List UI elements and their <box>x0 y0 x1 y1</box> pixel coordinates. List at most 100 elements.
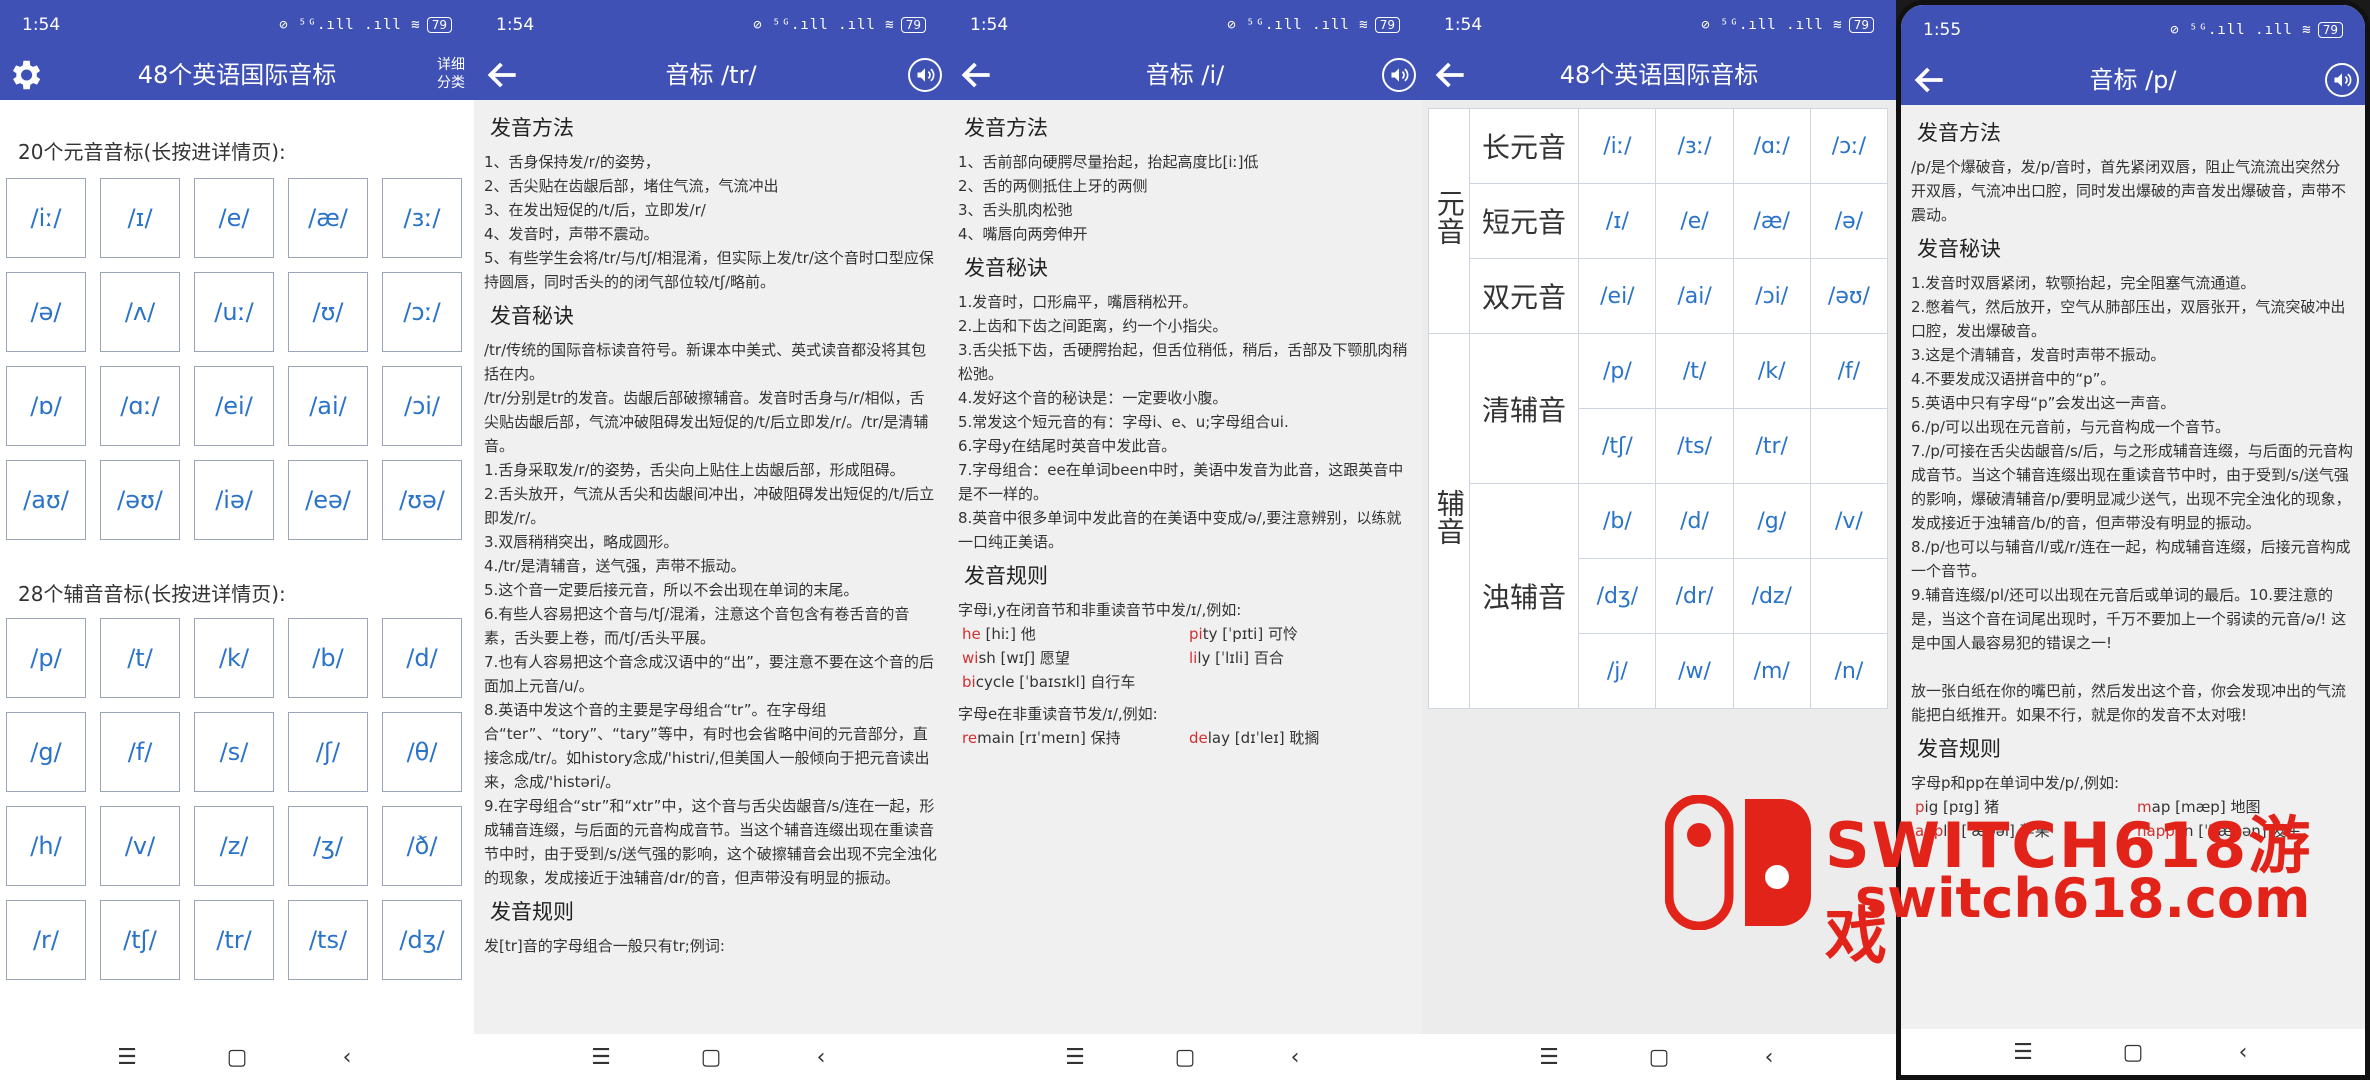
row-label-voiced: 浊辅音 <box>1468 483 1580 709</box>
phonetic-cell[interactable]: /d/ <box>382 618 462 698</box>
phonetic-cell[interactable]: /b/ <box>288 618 368 698</box>
phonetic-cell[interactable]: /iə/ <box>194 460 274 540</box>
phonetic-cell[interactable]: /dr/ <box>1655 558 1734 634</box>
menu-icon[interactable]: ☰ <box>1534 1045 1564 1070</box>
phonetic-cell[interactable]: /ei/ <box>194 366 274 446</box>
phonetic-cell[interactable]: /ʒ/ <box>288 806 368 886</box>
phonetic-cell[interactable]: /ɒ/ <box>6 366 86 446</box>
list-item: 1.舌身采取发/r/的姿势，舌尖向上贴住上齿龈后部，形成阻碍。 <box>484 461 905 479</box>
phonetic-cell[interactable]: /z/ <box>194 806 274 886</box>
phonetic-cell[interactable]: /ɑː/ <box>1732 108 1811 184</box>
phonetic-cell[interactable]: /tʃ/ <box>1578 408 1657 484</box>
speaker-icon[interactable] <box>908 58 942 92</box>
back-nav-icon[interactable]: ‹ <box>806 1045 836 1070</box>
phonetic-cell[interactable]: /ɔː/ <box>382 272 462 352</box>
phonetic-cell[interactable]: /ɪ/ <box>1578 183 1657 259</box>
phonetic-cell[interactable]: /g/ <box>1732 483 1811 559</box>
phonetic-cell[interactable]: /iː/ <box>6 178 86 258</box>
detail-category-button[interactable]: 详细分类 <box>434 56 468 92</box>
phonetic-cell[interactable]: /ai/ <box>1655 258 1734 334</box>
phonetic-cell[interactable]: /j/ <box>1578 633 1657 709</box>
phonetic-cell[interactable]: /iː/ <box>1578 108 1657 184</box>
phonetic-cell[interactable]: /t/ <box>1655 333 1734 409</box>
home-icon[interactable]: ▢ <box>222 1045 252 1070</box>
phonetic-cell[interactable]: /aʊ/ <box>6 460 86 540</box>
phonetic-cell[interactable]: /dz/ <box>1732 558 1811 634</box>
phonetic-cell[interactable]: /ei/ <box>1578 258 1657 334</box>
heading-rules: 发音规则 <box>1917 737 2001 761</box>
phonetic-cell[interactable]: /k/ <box>194 618 274 698</box>
phonetic-cell[interactable]: /g/ <box>6 712 86 792</box>
list-item: 5、有些学生会将/tr/与/tʃ/相混淆，但实际上发/tr/这个音时口型应保持圆… <box>484 249 934 291</box>
phonetic-cell[interactable]: /æ/ <box>288 178 368 258</box>
menu-icon[interactable]: ☰ <box>112 1045 142 1070</box>
phonetic-cell[interactable]: /v/ <box>1809 483 1889 559</box>
home-icon[interactable]: ▢ <box>696 1045 726 1070</box>
phonetic-cell[interactable]: /t/ <box>100 618 180 698</box>
phonetic-cell[interactable]: /ə/ <box>6 272 86 352</box>
phonetic-cell[interactable]: /dʒ/ <box>1578 558 1657 634</box>
phonetic-cell[interactable]: /m/ <box>1732 633 1811 709</box>
status-time: 1:54 <box>970 15 1009 35</box>
phonetic-cell[interactable]: /ɜː/ <box>1655 108 1734 184</box>
example-list-2: remain [rɪˈmeɪn] 保持 delay [dɪˈleɪ] 耽搁 <box>958 726 1412 750</box>
phonetic-cell[interactable]: /n/ <box>1809 633 1889 709</box>
phonetic-cell[interactable]: /əʊ/ <box>1809 258 1889 334</box>
phonetic-cell[interactable]: /ð/ <box>382 806 462 886</box>
home-icon[interactable]: ▢ <box>1644 1045 1674 1070</box>
phonetic-table: 元音 长元音 /iː/ /ɜː/ /ɑː/ /ɔː/ 短元音 /ɪ/ /e/ /… <box>1428 108 1889 709</box>
phonetic-cell[interactable]: /dʒ/ <box>382 900 462 980</box>
phonetic-cell[interactable]: /əʊ/ <box>100 460 180 540</box>
list-item: 6.有些人容易把这个音与/tʃ/混淆，注意这个音包含有卷舌音的音素，舌头要上卷，… <box>484 605 910 647</box>
phonetic-cell[interactable]: /ɔi/ <box>1732 258 1811 334</box>
phonetic-cell[interactable]: /ts/ <box>1655 408 1734 484</box>
phonetic-cell[interactable]: /æ/ <box>1732 183 1811 259</box>
menu-icon[interactable]: ☰ <box>1060 1045 1090 1070</box>
phonetic-cell[interactable]: /d/ <box>1655 483 1734 559</box>
phonetic-cell[interactable]: /ʊ/ <box>288 272 368 352</box>
back-nav-icon[interactable]: ‹ <box>332 1045 362 1070</box>
phonetic-cell[interactable]: /b/ <box>1578 483 1657 559</box>
phonetic-cell[interactable]: /ɪ/ <box>100 178 180 258</box>
menu-icon[interactable]: ☰ <box>2008 1040 2038 1065</box>
phonetic-cell[interactable]: /ai/ <box>288 366 368 446</box>
phonetic-cell[interactable]: /ʃ/ <box>288 712 368 792</box>
phonetic-cell[interactable]: /w/ <box>1655 633 1734 709</box>
phonetic-cell[interactable]: /tr/ <box>194 900 274 980</box>
phonetic-cell[interactable]: /e/ <box>1655 183 1734 259</box>
phonetic-cell[interactable]: /ʌ/ <box>100 272 180 352</box>
phonetic-cell[interactable]: /ʊə/ <box>382 460 462 540</box>
phonetic-cell[interactable]: /ts/ <box>288 900 368 980</box>
phonetic-cell[interactable]: /θ/ <box>382 712 462 792</box>
phonetic-cell[interactable]: /tr/ <box>1732 408 1811 484</box>
home-icon[interactable]: ▢ <box>2118 1040 2148 1065</box>
menu-icon[interactable]: ☰ <box>586 1045 616 1070</box>
home-icon[interactable]: ▢ <box>1170 1045 1200 1070</box>
phonetic-cell[interactable]: /uː/ <box>194 272 274 352</box>
back-nav-icon[interactable]: ‹ <box>1754 1045 1784 1070</box>
phonetic-cell[interactable]: /p/ <box>6 618 86 698</box>
phonetic-cell[interactable]: /p/ <box>1578 333 1657 409</box>
phonetic-cell[interactable]: /f/ <box>1809 333 1889 409</box>
phonetic-cell[interactable]: /k/ <box>1732 333 1811 409</box>
phonetic-cell[interactable]: /ɑː/ <box>100 366 180 446</box>
phonetic-cell[interactable]: /tʃ/ <box>100 900 180 980</box>
speaker-icon[interactable] <box>1382 58 1416 92</box>
phonetic-cell[interactable]: /e/ <box>194 178 274 258</box>
phonetic-cell[interactable]: /s/ <box>194 712 274 792</box>
phonetic-cell[interactable]: /h/ <box>6 806 86 886</box>
phonetic-cell[interactable]: /ə/ <box>1809 183 1889 259</box>
phonetic-cell[interactable]: /r/ <box>6 900 86 980</box>
phonetic-cell[interactable]: /f/ <box>100 712 180 792</box>
phonetic-cell[interactable]: /ɜː/ <box>382 178 462 258</box>
speaker-icon[interactable] <box>2325 63 2359 97</box>
phonetic-cell[interactable]: /eə/ <box>288 460 368 540</box>
back-nav-icon[interactable]: ‹ <box>2228 1040 2258 1065</box>
phonetic-cell[interactable]: /ɔː/ <box>1809 108 1889 184</box>
phonetic-cell[interactable]: /ɔi/ <box>382 366 462 446</box>
example-rest: ty [ˈpɪti] 可怜 <box>1202 625 1298 643</box>
list-item: 4、嘴唇向两旁伸开 <box>958 225 1088 243</box>
phonetic-cell[interactable]: /v/ <box>100 806 180 886</box>
app-bar: 48个英语国际音标 详细分类 <box>0 50 474 100</box>
back-nav-icon[interactable]: ‹ <box>1280 1045 1310 1070</box>
